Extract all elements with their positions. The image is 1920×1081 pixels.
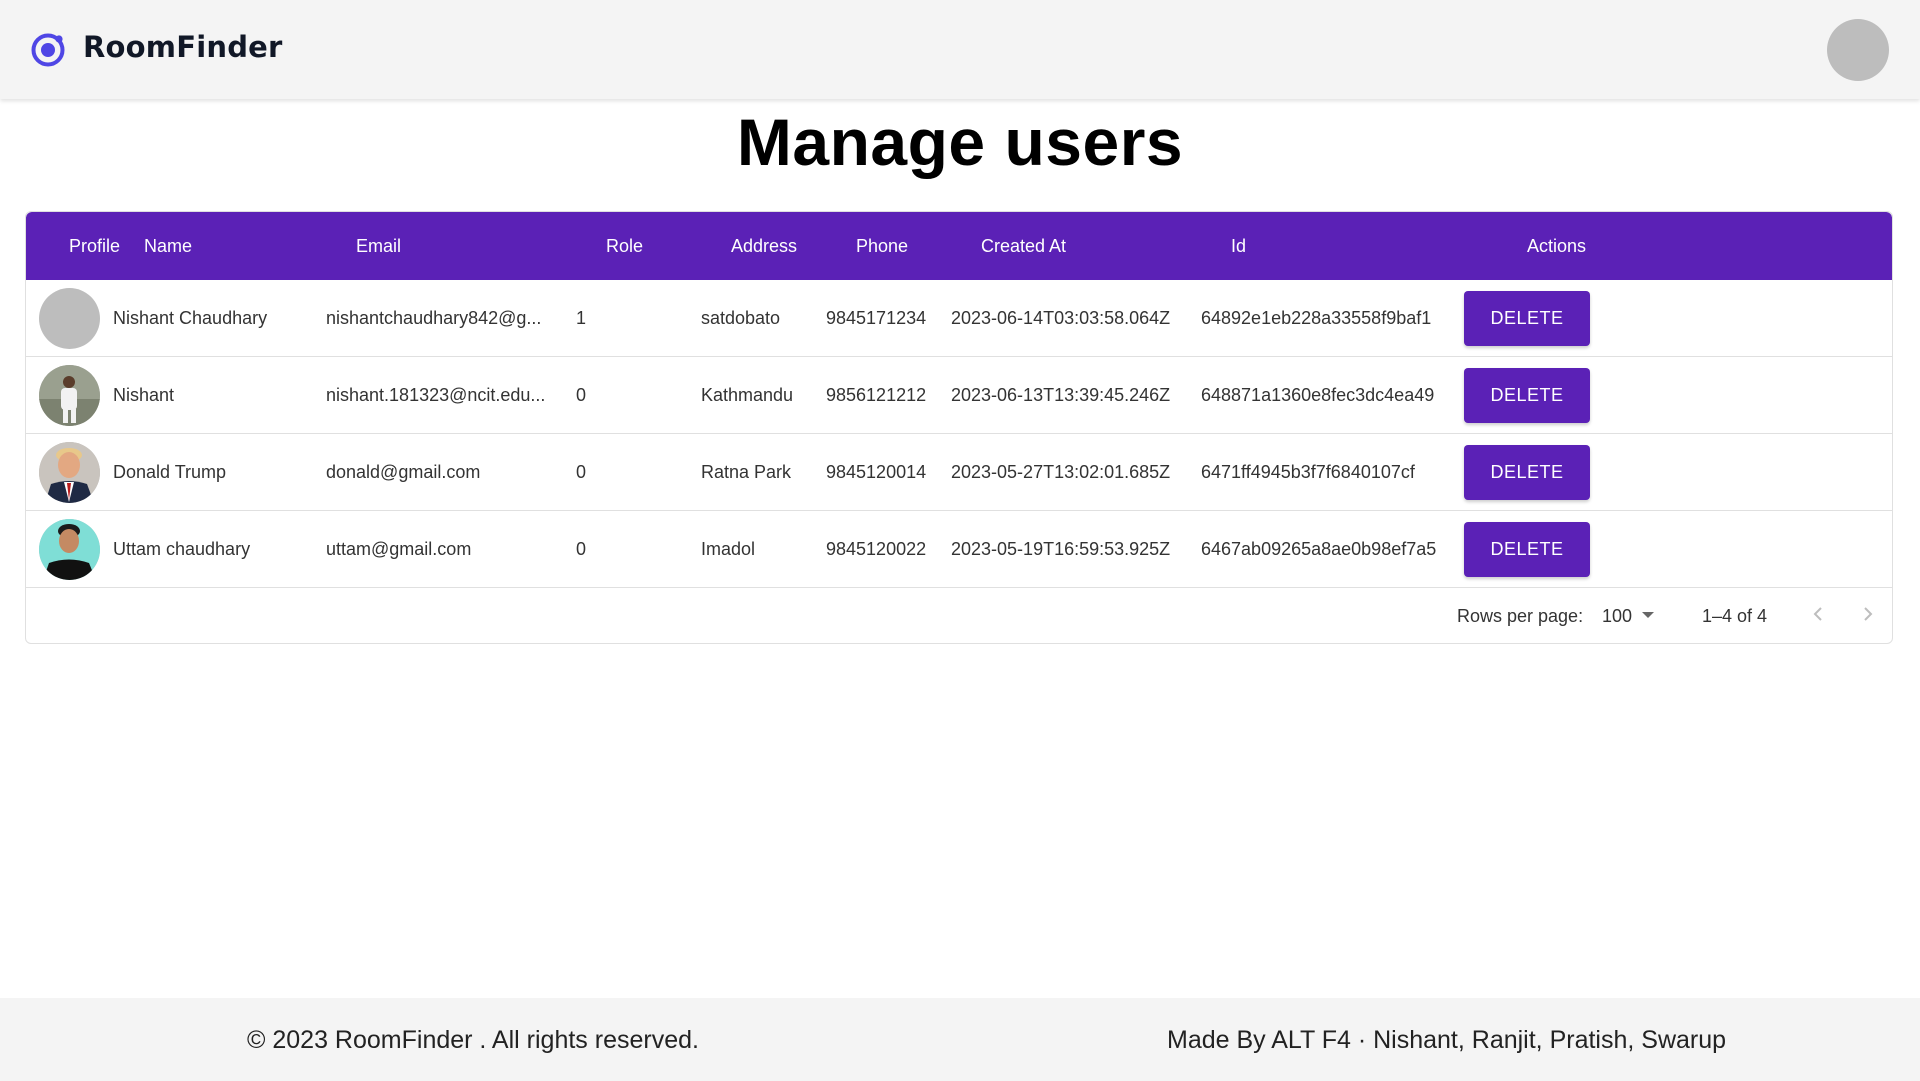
- user-created-at: 2023-06-14T03:03:58.064Z: [951, 308, 1171, 328]
- column-header-phone[interactable]: Phone: [856, 212, 908, 280]
- top-navbar: RoomFinder: [0, 0, 1920, 99]
- user-email: nishantchaudhary842@g...: [326, 308, 542, 328]
- footer-copyright: © 2023 RoomFinder . All rights reserved.: [247, 1026, 699, 1054]
- table-row: Donald Trump donald@gmail.com 0 Ratna Pa…: [26, 434, 1892, 511]
- user-email: donald@gmail.com: [326, 462, 481, 482]
- column-header-email[interactable]: Email: [356, 212, 401, 280]
- user-phone: 9845171234: [826, 308, 927, 328]
- table-header: Profile Name Email Role Address Phone Cr…: [26, 212, 1892, 280]
- user-address: satdobato: [701, 308, 781, 328]
- chevron-left-icon[interactable]: [1806, 602, 1830, 626]
- table-row: Nishant nishant.181323@ncit.edu... 0 Kat…: [26, 357, 1892, 434]
- user-id: 6471ff4945b3f7f6840107cf: [1201, 462, 1415, 482]
- user-id: 64892e1eb228a33558f9baf1: [1201, 308, 1432, 328]
- delete-user-button[interactable]: DELETE: [1464, 445, 1590, 500]
- rows-per-page-select[interactable]: 100: [1602, 606, 1632, 627]
- column-header-name[interactable]: Name: [144, 212, 192, 280]
- rows-per-page-label: Rows per page:: [1457, 606, 1584, 626]
- user-created-at: 2023-05-27T13:02:01.685Z: [951, 462, 1171, 482]
- ionic-logo-icon[interactable]: [30, 32, 66, 68]
- column-header-id[interactable]: Id: [1231, 212, 1246, 280]
- user-phone: 9845120014: [826, 462, 927, 482]
- user-id: 6467ab09265a8ae0b98ef7a5: [1201, 539, 1437, 559]
- table-pagination: Rows per page: 100 1–4 of 4: [26, 588, 1892, 643]
- user-role: 0: [576, 462, 587, 482]
- profile-photo: [39, 442, 100, 503]
- footer-credits: Made By ALT F4 · Nishant, Ranjit, Pratis…: [1167, 1026, 1727, 1054]
- column-header-profile[interactable]: Profile: [69, 212, 120, 280]
- user-email: uttam@gmail.com: [326, 539, 472, 559]
- user-name: Uttam chaudhary: [113, 539, 251, 559]
- page-title: Manage users: [736, 105, 1184, 179]
- user-avatar[interactable]: [1827, 19, 1889, 81]
- column-header-created-at[interactable]: Created At: [981, 212, 1066, 280]
- delete-user-button[interactable]: DELETE: [1464, 368, 1590, 423]
- user-id: 648871a1360e8fec3dc4ea49: [1201, 385, 1435, 405]
- user-role: 1: [576, 308, 587, 328]
- brand-name[interactable]: RoomFinder: [83, 30, 283, 64]
- pagination-range: 1–4 of 4: [1702, 606, 1768, 626]
- column-header-address[interactable]: Address: [731, 212, 797, 280]
- table-row: Uttam chaudhary uttam@gmail.com 0 Imadol…: [26, 511, 1892, 588]
- user-created-at: 2023-06-13T13:39:45.246Z: [951, 385, 1171, 405]
- profile-photo: [39, 519, 100, 580]
- column-header-actions[interactable]: Actions: [1527, 212, 1586, 280]
- user-address: Ratna Park: [701, 462, 792, 482]
- table-row: Nishant Chaudhary nishantchaudhary842@g.…: [26, 280, 1892, 357]
- users-table: Profile Name Email Role Address Phone Cr…: [25, 211, 1893, 644]
- profile-avatar-placeholder: [39, 288, 100, 349]
- dropdown-arrow-icon[interactable]: [1642, 612, 1654, 618]
- user-address: Kathmandu: [701, 385, 794, 405]
- column-header-role[interactable]: Role: [606, 212, 643, 280]
- user-name: Nishant: [113, 385, 175, 405]
- profile-photo: [39, 365, 100, 426]
- user-role: 0: [576, 539, 587, 559]
- user-name: Nishant Chaudhary: [113, 308, 268, 328]
- user-role: 0: [576, 385, 587, 405]
- user-address: Imadol: [701, 539, 756, 559]
- user-name: Donald Trump: [113, 462, 227, 482]
- footer: © 2023 RoomFinder . All rights reserved.…: [0, 998, 1920, 1081]
- user-phone: 9845120022: [826, 539, 927, 559]
- chevron-right-icon[interactable]: [1856, 602, 1880, 626]
- delete-user-button[interactable]: DELETE: [1464, 522, 1590, 577]
- user-email: nishant.181323@ncit.edu...: [326, 385, 546, 405]
- user-phone: 9856121212: [826, 385, 927, 405]
- delete-user-button[interactable]: DELETE: [1464, 291, 1590, 346]
- user-created-at: 2023-05-19T16:59:53.925Z: [951, 539, 1171, 559]
